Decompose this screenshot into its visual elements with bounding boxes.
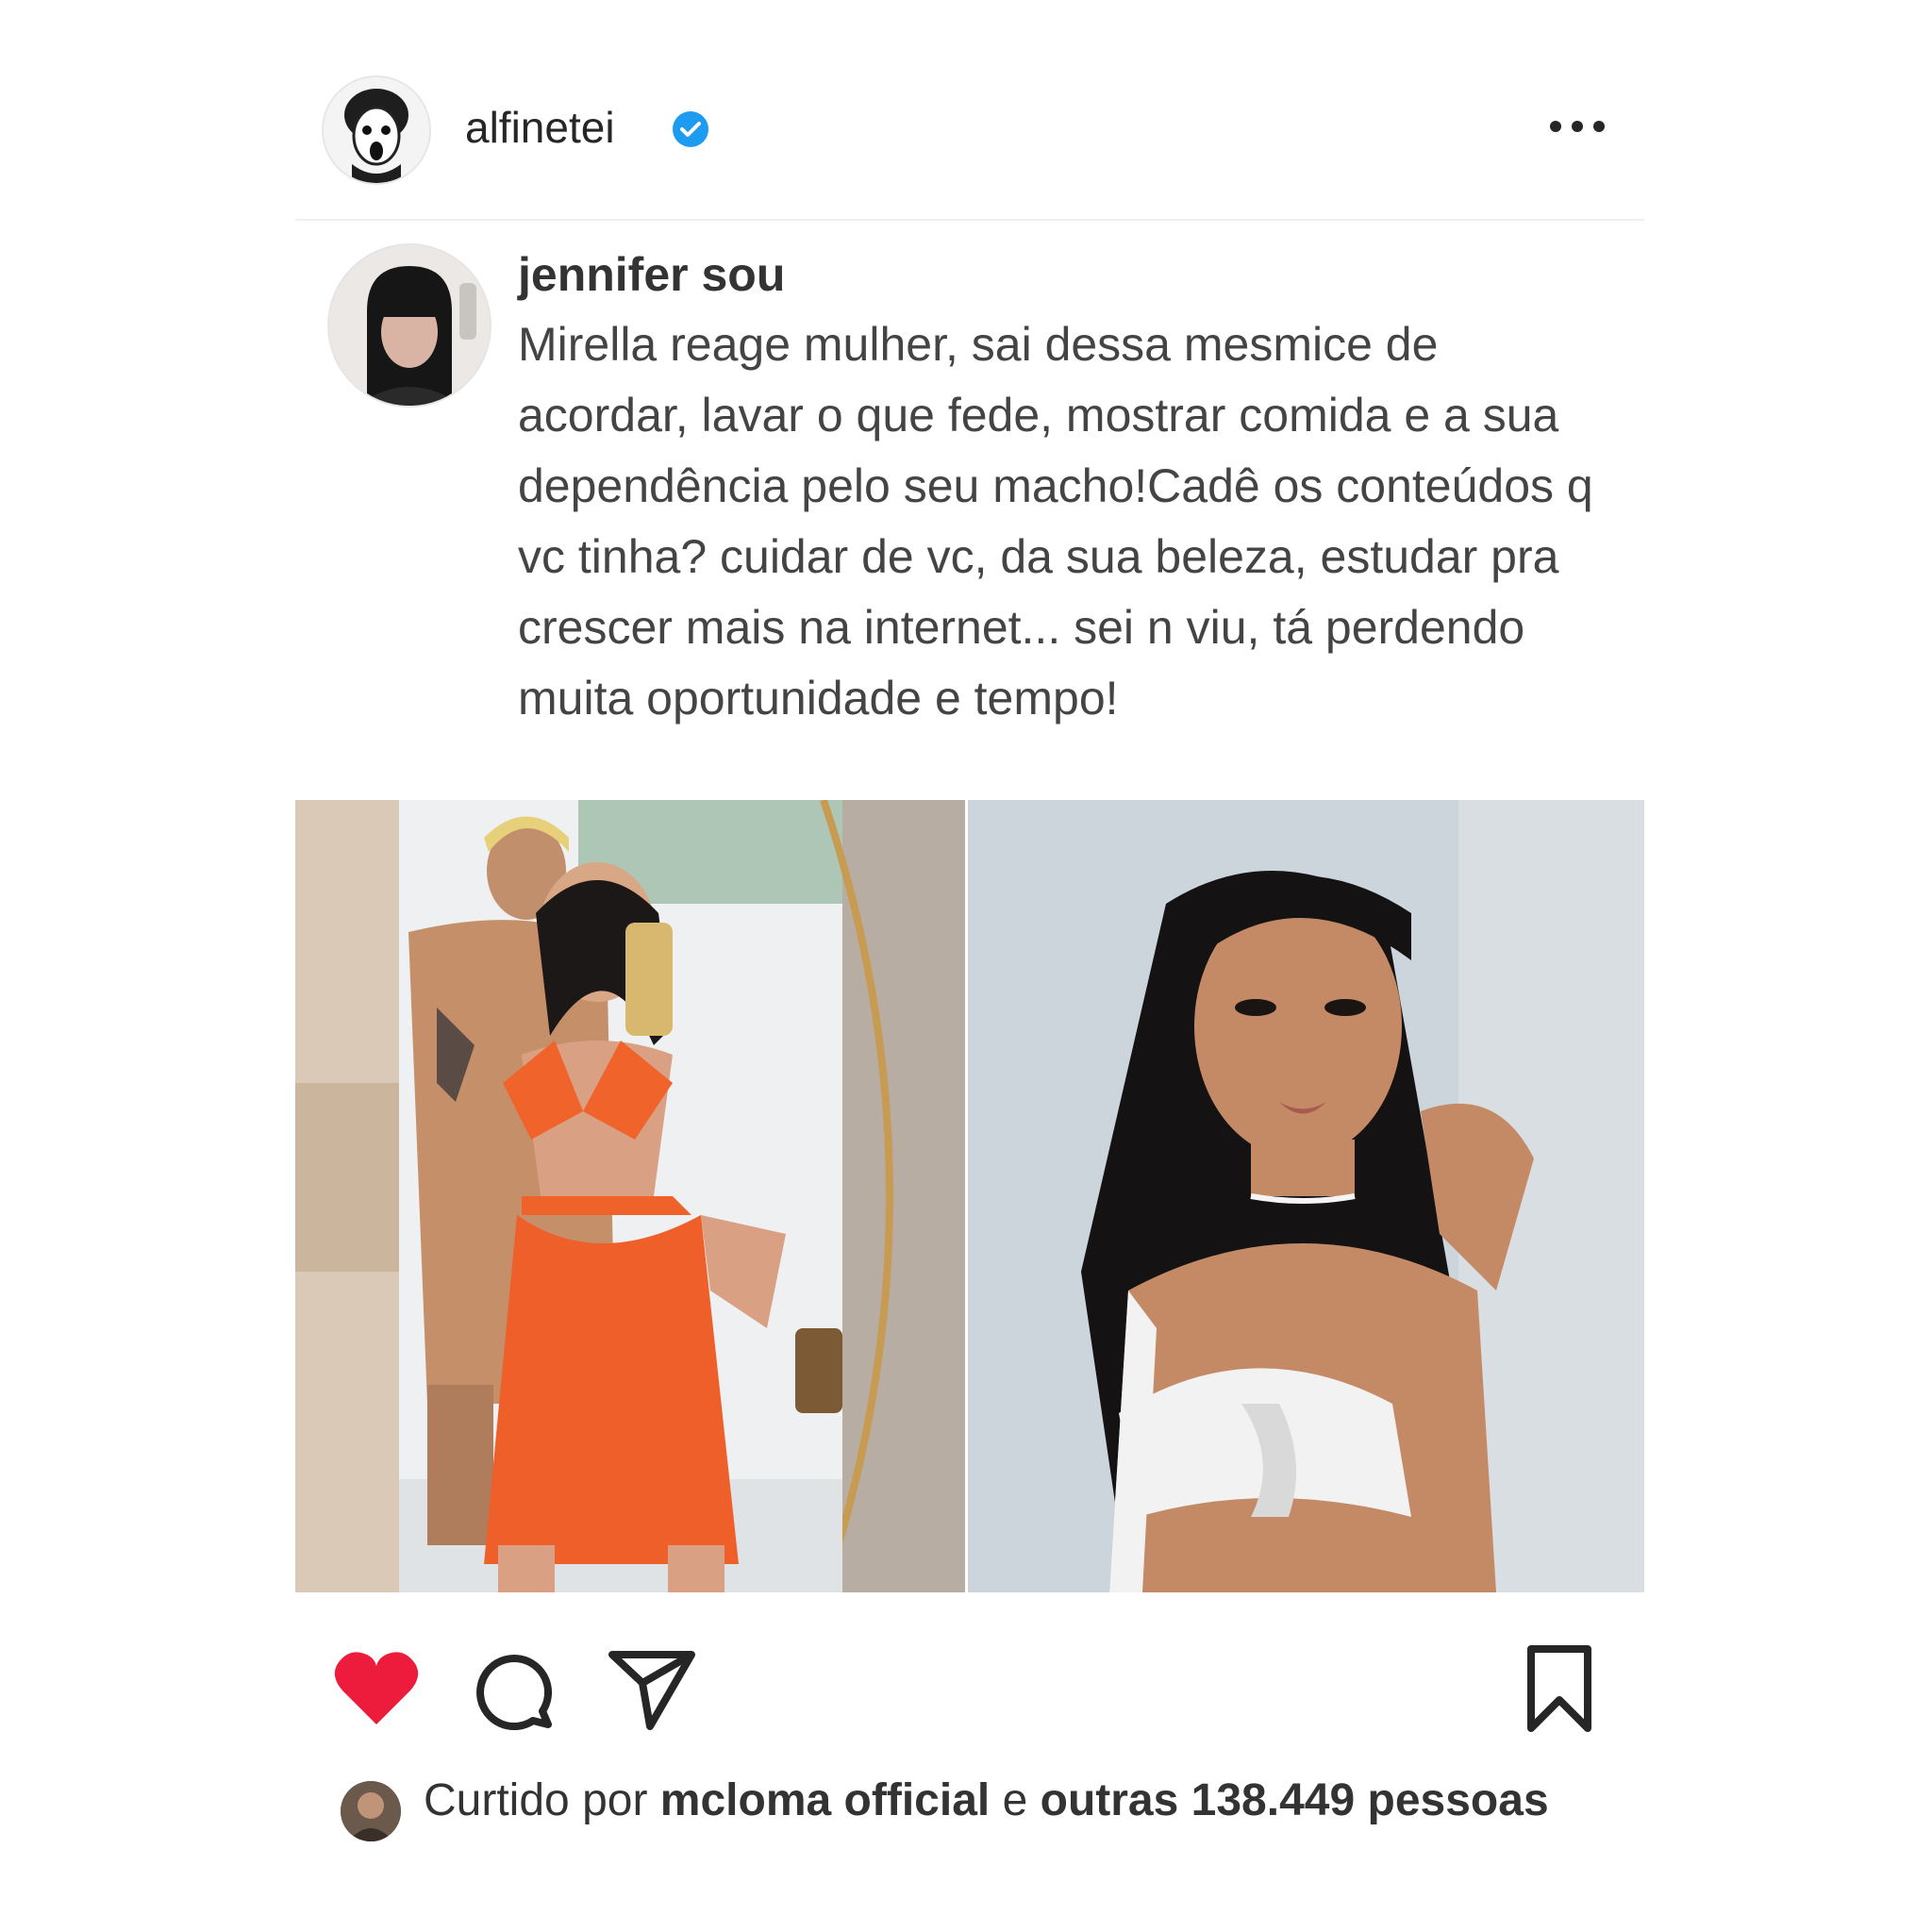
likes-suffix[interactable]: pessoas [1368, 1775, 1549, 1825]
avatar-cartoon-icon[interactable] [322, 75, 431, 185]
more-options-icon[interactable] [1544, 108, 1610, 145]
likes-prefix: Curtido por [424, 1775, 648, 1825]
liker-avatar[interactable] [341, 1781, 401, 1841]
post-actions-bar [295, 1641, 1644, 1745]
photo-couple-mirror-selfie[interactable] [295, 800, 965, 1592]
send-icon[interactable] [605, 1641, 699, 1736]
instagram-post: alfinetei jennifer sou Mirella reage mul… [295, 38, 1644, 1915]
liker-username[interactable]: mcloma official [660, 1775, 990, 1825]
comment-icon[interactable] [465, 1641, 559, 1736]
photo-woman-selfie[interactable] [968, 800, 1644, 1592]
quote-author: jennifer sou [518, 248, 786, 301]
likes-summary: Curtido por mcloma official e outras 138… [424, 1772, 1556, 1830]
quote-text: Mirella reage mulher, sai dessa mesmice … [518, 318, 1593, 724]
bookmark-icon[interactable] [1512, 1641, 1607, 1736]
likes-others-count[interactable]: outras 138.449 [1041, 1775, 1356, 1825]
post-header: alfinetei [295, 38, 1644, 221]
likes-connector: e [1002, 1775, 1028, 1825]
avatar-photo-icon [327, 243, 491, 408]
account-username[interactable]: alfinetei [465, 102, 615, 153]
verified-badge-icon [671, 109, 710, 149]
heart-filled-icon[interactable] [329, 1641, 424, 1736]
